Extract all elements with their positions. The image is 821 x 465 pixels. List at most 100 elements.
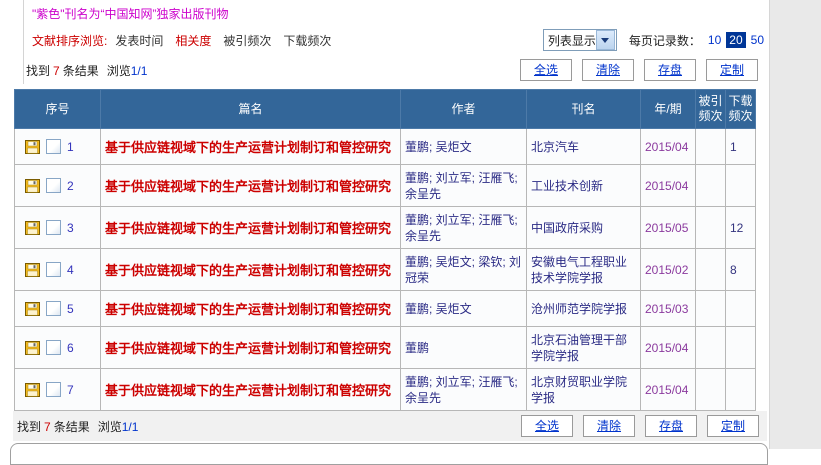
download-count-cell bbox=[725, 326, 756, 369]
cited-count-cell bbox=[695, 326, 726, 369]
sort-option-cited-count[interactable]: 被引频次 bbox=[223, 32, 271, 49]
found-suffix: 条结果 bbox=[62, 63, 99, 78]
page-size-option-50[interactable]: 50 bbox=[751, 33, 764, 47]
journal-cell[interactable]: 安徽电气工程职业技术学院学报 bbox=[526, 248, 641, 291]
authors-cell[interactable]: 董鹏 bbox=[400, 326, 527, 369]
article-title-link[interactable]: 基于供应链视域下的生产运营计划制订和管控研究 bbox=[105, 221, 391, 236]
save-disk-icon[interactable] bbox=[25, 262, 40, 277]
save-disk-icon[interactable] bbox=[25, 382, 40, 397]
table-row: 3 基于供应链视域下的生产运营计划制订和管控研究 董鹏; 刘立军; 汪雁飞; 余… bbox=[14, 206, 756, 249]
article-title-link[interactable]: 基于供应链视域下的生产运营计划制订和管控研究 bbox=[105, 341, 391, 356]
article-title-link[interactable]: 基于供应链视域下的生产运营计划制订和管控研究 bbox=[105, 263, 391, 278]
select-all-button-top[interactable]: 全选 bbox=[520, 59, 572, 81]
table-row: 6 基于供应链视域下的生产运营计划制订和管控研究 董鹏 北京石油管理干部学院学报… bbox=[14, 326, 756, 369]
cited-count-cell bbox=[695, 368, 726, 411]
journal-cell[interactable]: 北京石油管理干部学院学报 bbox=[526, 326, 641, 369]
row-number: 4 bbox=[67, 262, 74, 277]
col-header-index: 序号 bbox=[14, 89, 101, 129]
save-button-top[interactable]: 存盘 bbox=[644, 59, 696, 81]
year-issue-cell[interactable]: 2015/04 bbox=[640, 128, 696, 165]
year-issue-cell[interactable]: 2015/04 bbox=[640, 164, 696, 207]
authors-cell[interactable]: 董鹏; 刘立军; 汪雁飞; 余呈先 bbox=[400, 164, 527, 207]
row-number: 6 bbox=[67, 340, 74, 355]
cited-count-cell bbox=[695, 290, 726, 327]
col-header-title: 篇名 bbox=[100, 89, 401, 129]
download-count-cell: 1 bbox=[725, 128, 756, 165]
year-issue-cell[interactable]: 2015/04 bbox=[640, 368, 696, 411]
table-header-row: 序号 篇名 作者 刊名 年/期 被引频次 下载频次 bbox=[14, 89, 756, 129]
row-checkbox[interactable] bbox=[46, 220, 61, 235]
footer-panel-edge bbox=[10, 443, 768, 465]
year-issue-cell[interactable]: 2015/02 bbox=[640, 248, 696, 291]
authors-cell[interactable]: 董鹏; 吴炬文; 梁钦; 刘冠荣 bbox=[400, 248, 527, 291]
result-count: 7 bbox=[44, 419, 51, 434]
download-count-cell: 12 bbox=[725, 206, 756, 249]
col-header-journal: 刊名 bbox=[526, 89, 641, 129]
page-size-option-20[interactable]: 20 bbox=[726, 32, 746, 48]
row-checkbox[interactable] bbox=[46, 178, 61, 193]
row-checkbox[interactable] bbox=[46, 340, 61, 355]
row-checkbox[interactable] bbox=[46, 301, 61, 316]
browse-label: 浏览 bbox=[106, 63, 131, 78]
article-title-link[interactable]: 基于供应链视域下的生产运营计划制订和管控研究 bbox=[105, 302, 391, 317]
year-issue-cell[interactable]: 2015/05 bbox=[640, 206, 696, 249]
row-number: 1 bbox=[67, 139, 74, 154]
year-issue-cell[interactable]: 2015/03 bbox=[640, 290, 696, 327]
clear-button-top[interactable]: 清除 bbox=[582, 59, 634, 81]
save-disk-icon[interactable] bbox=[25, 340, 40, 355]
authors-cell[interactable]: 董鹏; 刘立军; 汪雁飞; 余呈先 bbox=[400, 206, 527, 249]
authors-cell[interactable]: 董鹏; 刘立军; 汪雁飞; 余呈先 bbox=[400, 368, 527, 411]
action-buttons-bottom: 全选 清除 存盘 定制 bbox=[521, 415, 767, 437]
save-disk-icon[interactable] bbox=[25, 178, 40, 193]
save-disk-icon[interactable] bbox=[25, 301, 40, 316]
select-all-button-bottom[interactable]: 全选 bbox=[521, 415, 573, 437]
page-size-option-10[interactable]: 10 bbox=[708, 33, 721, 47]
row-checkbox[interactable] bbox=[46, 262, 61, 277]
save-disk-icon[interactable] bbox=[25, 139, 40, 154]
journal-cell[interactable]: 工业技术创新 bbox=[526, 164, 641, 207]
col-header-download-count: 下载频次 bbox=[725, 89, 756, 129]
sort-toolbar: 文献排序浏览: 发表时间 相关度 被引频次 下载频次 列表显示 每页记录数： 1… bbox=[32, 28, 770, 52]
table-row: 2 基于供应链视域下的生产运营计划制订和管控研究 董鹏; 刘立军; 汪雁飞; 余… bbox=[14, 164, 756, 207]
result-count: 7 bbox=[53, 63, 60, 78]
customize-button-bottom[interactable]: 定制 bbox=[707, 415, 759, 437]
customize-button-top[interactable]: 定制 bbox=[706, 59, 758, 81]
row-checkbox[interactable] bbox=[46, 382, 61, 397]
col-header-authors: 作者 bbox=[400, 89, 527, 129]
display-mode-select[interactable]: 列表显示 bbox=[542, 29, 617, 51]
journal-cell[interactable]: 北京财贸职业学院学报 bbox=[526, 368, 641, 411]
row-number: 3 bbox=[67, 220, 74, 235]
row-checkbox[interactable] bbox=[46, 139, 61, 154]
browse-page: 1/1 bbox=[121, 419, 139, 434]
sort-option-download-count[interactable]: 下载频次 bbox=[283, 32, 331, 49]
sort-label: 文献排序浏览: bbox=[32, 33, 108, 48]
table-row: 4 基于供应链视域下的生产运营计划制订和管控研究 董鹏; 吴炬文; 梁钦; 刘冠… bbox=[14, 248, 756, 291]
table-row: 5 基于供应链视域下的生产运营计划制订和管控研究 董鹏; 吴炬文 沧州师范学院学… bbox=[14, 290, 756, 327]
authors-cell[interactable]: 董鹏; 吴炬文 bbox=[400, 290, 527, 327]
article-title-link[interactable]: 基于供应链视域下的生产运营计划制订和管控研究 bbox=[105, 383, 391, 398]
action-buttons-top: 全选 清除 存盘 定制 bbox=[520, 59, 770, 81]
bottom-action-bar: 找到 7 条结果 浏览1/1 全选 清除 存盘 定制 bbox=[13, 411, 767, 441]
sort-option-relevance[interactable]: 相关度 bbox=[175, 32, 211, 49]
cited-count-cell bbox=[695, 206, 726, 249]
sort-option-publish-date[interactable]: 发表时间 bbox=[115, 32, 163, 49]
save-disk-icon[interactable] bbox=[25, 220, 40, 235]
row-number: 5 bbox=[67, 301, 74, 316]
article-title-link[interactable]: 基于供应链视域下的生产运营计划制订和管控研究 bbox=[105, 179, 391, 194]
download-count-cell bbox=[725, 290, 756, 327]
year-issue-cell[interactable]: 2015/04 bbox=[640, 326, 696, 369]
journal-cell[interactable]: 北京汽车 bbox=[526, 128, 641, 165]
journal-color-notice: "紫色"刊名为“中国知网”独家出版刊物 bbox=[32, 7, 229, 21]
download-count-cell: 8 bbox=[725, 248, 756, 291]
authors-cell[interactable]: 董鹏; 吴炬文 bbox=[400, 128, 527, 165]
found-prefix: 找到 bbox=[17, 419, 42, 434]
row-number: 7 bbox=[67, 382, 74, 397]
journal-cell[interactable]: 中国政府采购 bbox=[526, 206, 641, 249]
save-button-bottom[interactable]: 存盘 bbox=[645, 415, 697, 437]
clear-button-bottom[interactable]: 清除 bbox=[583, 415, 635, 437]
journal-cell[interactable]: 沧州师范学院学报 bbox=[526, 290, 641, 327]
browse-label: 浏览 bbox=[97, 419, 122, 434]
table-row: 7 基于供应链视域下的生产运营计划制订和管控研究 董鹏; 刘立军; 汪雁飞; 余… bbox=[14, 368, 756, 411]
article-title-link[interactable]: 基于供应链视域下的生产运营计划制订和管控研究 bbox=[105, 140, 391, 155]
found-suffix: 条结果 bbox=[53, 419, 90, 434]
